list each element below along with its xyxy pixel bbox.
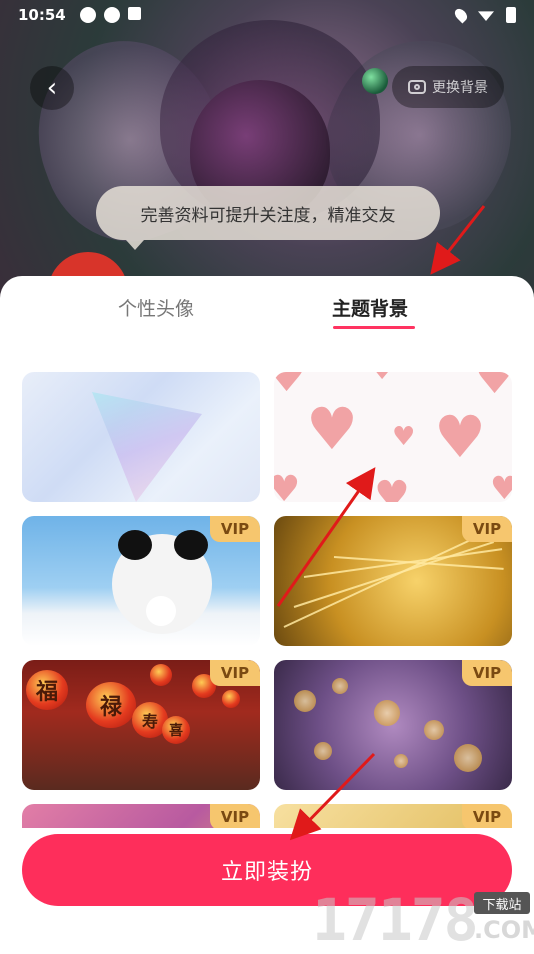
vip-badge: VIP [210, 660, 260, 686]
lantern [150, 664, 172, 686]
heart-icon: ♥ [274, 372, 308, 402]
site-watermark: 17178 下载站 .COM [312, 890, 534, 950]
bokeh-light [332, 678, 348, 694]
panda-ear [174, 530, 208, 560]
prism-shape [92, 392, 202, 502]
bokeh-light [394, 754, 408, 768]
theme-tile-hearts[interactable]: ♥ ♥ ♥ ♥ ♥ ♥ ♥ ♥ ♥ [274, 372, 512, 502]
heart-icon: ♥ [474, 372, 512, 404]
vip-badge: VIP [462, 516, 512, 542]
wifi-icon [478, 11, 494, 21]
change-background-label: 更换背景 [432, 80, 488, 96]
notification-icon [103, 7, 120, 23]
watermark-tag: 下载站 [474, 892, 530, 914]
change-background-button[interactable]: 更换背景 [392, 66, 504, 108]
bokeh-light [454, 744, 482, 772]
theme-tile-panda[interactable]: VIP [22, 516, 260, 646]
bokeh-light [294, 690, 316, 712]
vip-badge: VIP [210, 516, 260, 542]
lantern: 禄 [86, 682, 136, 728]
lantern: 喜 [162, 716, 190, 744]
panda-tail [146, 596, 176, 626]
bokeh-light [314, 742, 332, 760]
watermark-suffix: .COM [474, 916, 534, 944]
wheat-stalk [303, 548, 503, 578]
chevron-left-icon: ‹ [46, 73, 58, 103]
heart-icon: ♥ [366, 372, 398, 386]
theme-grid: ♥ ♥ ♥ ♥ ♥ ♥ ♥ ♥ ♥ VIP VIP 福 禄 [22, 372, 512, 828]
notification-icons [79, 7, 141, 23]
bokeh-light [374, 700, 400, 726]
bokeh-light [424, 720, 444, 740]
theme-tile-pink-feathers[interactable]: VIP [22, 804, 260, 828]
location-icon [452, 6, 470, 24]
lantern [222, 690, 240, 708]
tab-theme-background[interactable]: 主题背景 [332, 294, 408, 321]
theme-tile-festival[interactable]: 福 禄 寿 喜 VIP [22, 660, 260, 790]
vip-badge: VIP [210, 804, 260, 828]
theme-tile-bokeh[interactable]: VIP [274, 660, 512, 790]
watermark-number: 17178 [312, 886, 479, 954]
heart-icon: ♥ [490, 469, 512, 502]
lantern: 福 [26, 670, 68, 710]
notification-icon [127, 7, 141, 20]
active-tab-indicator [333, 326, 415, 329]
battery-icon [506, 7, 516, 23]
heart-icon: ♥ [274, 469, 301, 503]
heart-icon: ♥ [306, 395, 358, 463]
theme-tile-wheat[interactable]: VIP [274, 516, 512, 646]
heart-icon: ♥ [392, 422, 416, 452]
notification-icon [79, 7, 96, 23]
status-bar: 10:54 [0, 0, 534, 30]
theme-tile-gold-glow[interactable]: VIP [274, 804, 512, 828]
camera-icon [408, 80, 426, 94]
profile-tip: 完善资料可提升关注度，精准交友 [96, 186, 440, 250]
system-icons [452, 6, 516, 24]
tab-avatar[interactable]: 个性头像 [118, 294, 194, 321]
theme-tile-glass[interactable] [22, 372, 260, 502]
pearl-ornament [362, 68, 388, 94]
vip-badge: VIP [462, 804, 512, 828]
heart-icon: ♥ [374, 473, 410, 502]
profile-tip-text: 完善资料可提升关注度，精准交友 [140, 205, 396, 226]
back-button[interactable]: ‹ [30, 66, 74, 110]
heart-icon: ♥ [434, 403, 486, 471]
wheat-stalk [283, 533, 484, 628]
vip-badge: VIP [462, 660, 512, 686]
tab-bar: 个性头像 主题背景 [0, 276, 534, 346]
status-time: 10:54 [18, 6, 66, 24]
panda-ear [118, 530, 152, 560]
